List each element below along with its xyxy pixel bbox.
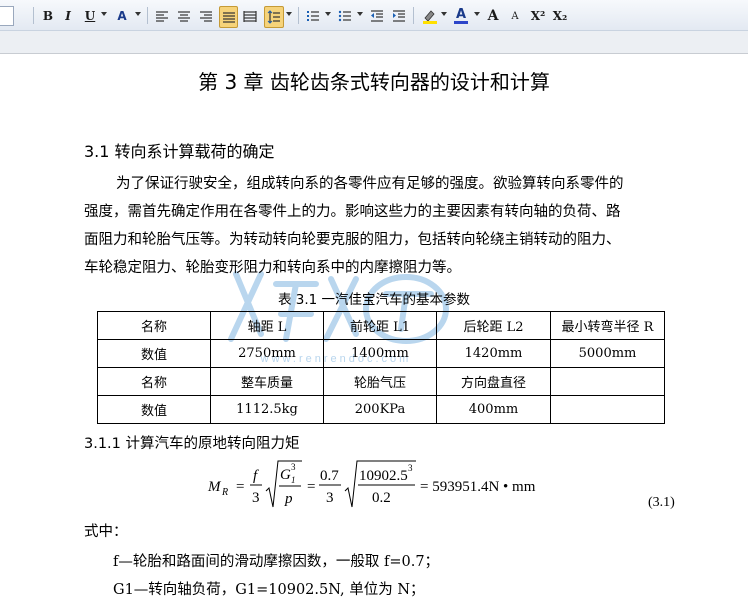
table-cell: 后轮距 L2 (436, 311, 551, 340)
highlight-icon[interactable] (421, 6, 439, 26)
font-color-swatch (454, 21, 468, 24)
bullet-list-dropdown-icon[interactable] (357, 12, 363, 16)
table-cell: 前轮距 L1 (323, 311, 437, 340)
font-color-dropdown-icon[interactable] (474, 12, 480, 16)
table-row: 数值 2750mm 1400mm 1420mm 5000mm (97, 339, 665, 368)
table-cell: 1400mm (323, 339, 437, 368)
italic-button[interactable]: I (60, 6, 76, 26)
chapter-title: 第 3 章 齿轮齿条式转向器的设计和计算 (198, 70, 550, 94)
bullet-list-icon[interactable] (337, 6, 353, 26)
formula-three-2: 3 (326, 490, 334, 506)
shrink-font-button[interactable]: A (507, 6, 523, 26)
formula-g-sup: 3 (291, 462, 296, 472)
increase-indent-icon[interactable] (391, 6, 407, 26)
formula-p: p (284, 491, 293, 507)
table-cell: 整车质量 (210, 367, 324, 396)
formula-lhs-sub: R (221, 487, 228, 498)
formula-g: G (280, 467, 291, 483)
table-cell: 名称 (97, 367, 211, 396)
justify-icon[interactable] (219, 6, 238, 28)
paragraph-line-3: 面阻力和轮胎气压等。为转动转向轮要克服的阻力，包括转向轮绕主销转动的阻力、 (84, 232, 621, 248)
equation-number: (3.1) (648, 495, 675, 510)
font-size-combo[interactable] (0, 6, 14, 26)
table-cell: 1420mm (436, 339, 551, 368)
align-left-icon[interactable] (154, 6, 170, 26)
underline-dropdown-icon[interactable] (101, 12, 107, 16)
highlight-dropdown-icon[interactable] (441, 12, 447, 16)
font-color-letter: A (455, 7, 467, 22)
toolbar-separator (147, 7, 148, 24)
table-caption: 表 3.1 一汽佳宝汽车的基本参数 (277, 292, 471, 308)
table-cell: 5000mm (550, 339, 665, 368)
ruler (0, 31, 748, 54)
formula-result: = 593951.4N • mm (420, 479, 536, 495)
text-effects-dropdown-icon[interactable] (135, 12, 141, 16)
decrease-indent-icon[interactable] (369, 6, 385, 26)
table-row: 名称 轴距 L 前轮距 L1 后轮距 L2 最小转弯半径 R (97, 311, 665, 340)
subsection-heading: 3.1.1 计算汽车的原地转向阻力矩 (84, 436, 300, 452)
formula-den: 0.2 (372, 490, 391, 506)
toolbar-separator (413, 7, 414, 24)
superscript-button[interactable]: X² (530, 6, 546, 26)
paragraph-line-2: 强度，需首先确定作用在各零件上的力。影响这些力的主要因素有转向轴的负荷、路 (84, 204, 621, 220)
table-cell: 400mm (436, 395, 551, 424)
table-cell: 轴距 L (210, 311, 324, 340)
table-cell: 1112.5kg (210, 395, 324, 424)
definition-g1: G1—转向轴负荷，G1=10902.5N, 单位为 N； (113, 582, 425, 598)
table-cell: 200KPa (323, 395, 437, 424)
definition-f: f—轮胎和路面间的滑动摩擦因数，一般取 f=0.7； (113, 554, 440, 570)
parameters-table: 名称 轴距 L 前轮距 L1 后轮距 L2 最小转弯半径 R 数值 2750mm… (97, 311, 665, 424)
formula-three: 3 (252, 490, 260, 506)
paragraph-line-1: 为了保证行驶安全，组成转向系的各零件应有足够的强度。欲验算转向系零件的 (116, 176, 624, 192)
align-center-icon[interactable] (176, 6, 192, 26)
formula-lhs: M (207, 479, 222, 495)
formula-f: f (253, 468, 259, 484)
document-page: www.renrendoc.com 第 3 章 齿轮齿条式转向器的设计和计算 3… (0, 54, 748, 598)
steering-moment-formula: M R = f 3 G 1 3 p = 0.7 3 10902.5 3 0.2 … (207, 460, 536, 508)
toolbar-separator (33, 7, 34, 24)
subscript-button[interactable]: X₂ (552, 6, 568, 26)
formatting-toolbar: B I U A A A A X² X₂ (0, 0, 748, 31)
table-cell: 2750mm (210, 339, 324, 368)
toolbar-separator (298, 7, 299, 24)
bold-button[interactable]: B (40, 6, 56, 26)
grow-font-button[interactable]: A (485, 6, 501, 26)
numbered-list-icon[interactable] (305, 6, 321, 26)
section-heading: 3.1 转向系计算载荷的确定 (84, 142, 275, 161)
formula-big: 10902.5 (359, 468, 408, 484)
table-row: 名称 整车质量 轮胎气压 方向盘直径 (97, 367, 665, 396)
font-color-button[interactable]: A (452, 6, 470, 26)
table-cell: 数值 (97, 395, 211, 424)
table-cell: 方向盘直径 (436, 367, 551, 396)
svg-text:=: = (307, 479, 315, 495)
table-cell: 轮胎气压 (323, 367, 437, 396)
table-cell (550, 367, 665, 396)
table-cell (550, 395, 665, 424)
formula-big-sup: 3 (408, 463, 413, 473)
where-label: 式中： (84, 524, 128, 540)
numbered-list-dropdown-icon[interactable] (325, 12, 331, 16)
table-row: 数值 1112.5kg 200KPa 400mm (97, 395, 665, 424)
formula-g-sub: 1 (291, 475, 296, 485)
distributed-align-icon[interactable] (242, 6, 258, 26)
underline-button[interactable]: U (82, 6, 98, 26)
paragraph-line-4: 车轮稳定阻力、轮胎变形阻力和转向系中的内摩擦阻力等。 (84, 260, 461, 276)
text-effects-button[interactable]: A (113, 6, 131, 26)
table-cell: 名称 (97, 311, 211, 340)
line-spacing-dropdown-icon[interactable] (286, 12, 292, 16)
formula-num: 0.7 (320, 468, 339, 484)
table-cell: 数值 (97, 339, 211, 368)
line-spacing-icon[interactable] (264, 6, 284, 28)
svg-text:=: = (236, 479, 244, 495)
table-cell: 最小转弯半径 R (550, 311, 665, 340)
align-right-icon[interactable] (198, 6, 214, 26)
